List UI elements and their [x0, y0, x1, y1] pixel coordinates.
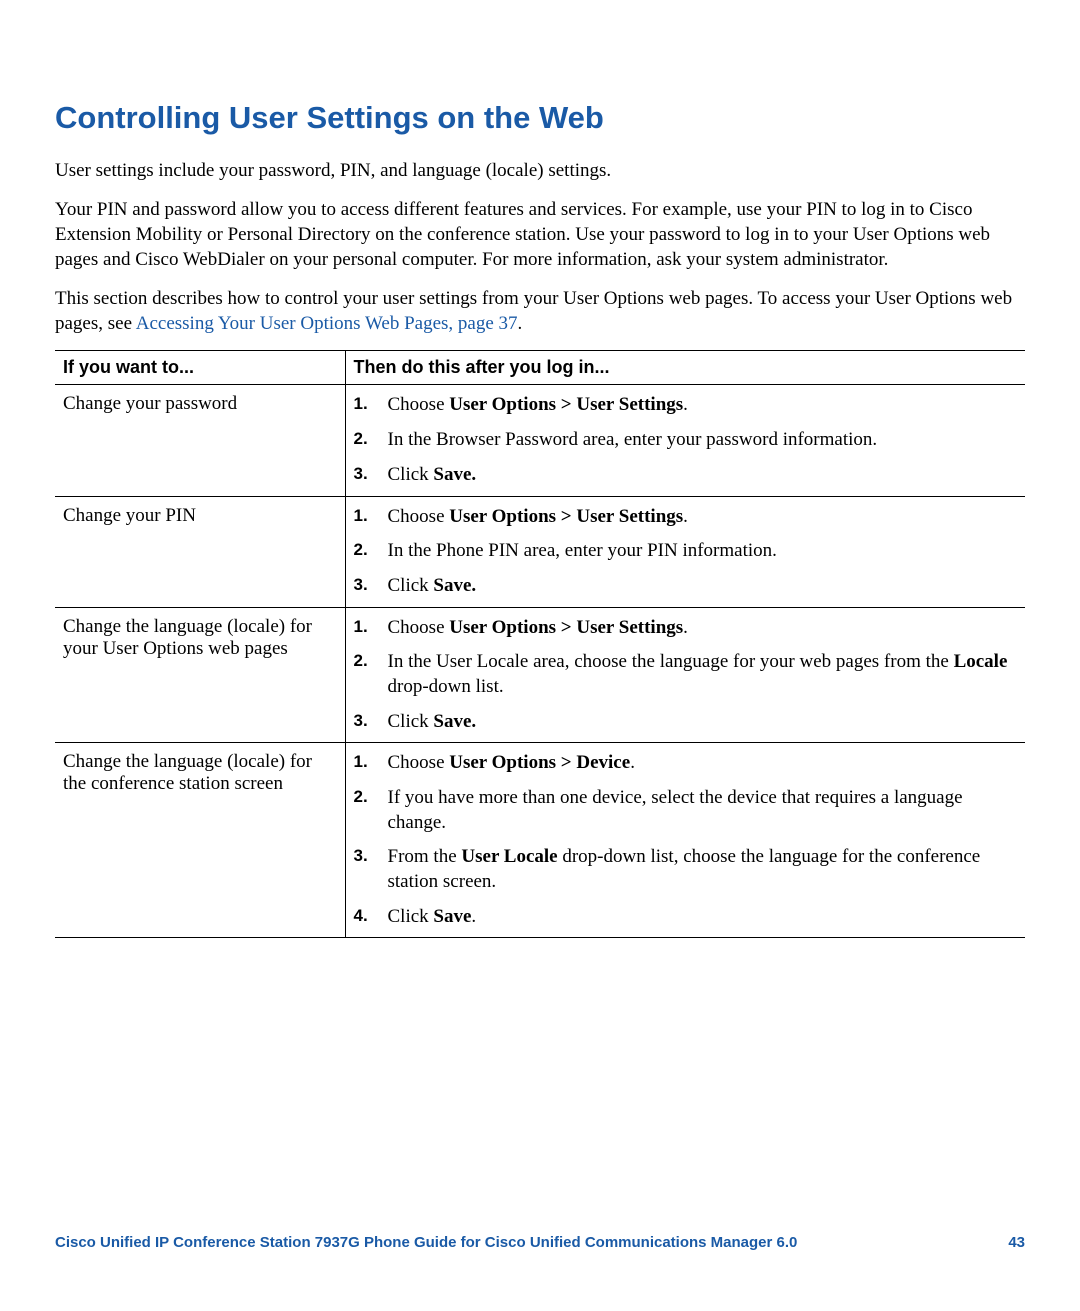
step-text: Click Save. [388, 710, 1018, 735]
step-text: Click Save. [388, 574, 1018, 599]
step-text: Click Save. [388, 463, 1018, 488]
step-text: Choose User Options > User Settings. [388, 616, 1018, 641]
step-text: Choose User Options > User Settings. [388, 505, 1018, 530]
steps-list: 1.Choose User Options > User Settings.2.… [354, 393, 1018, 487]
step-number: 3. [354, 463, 388, 485]
step-item: 2.If you have more than one device, sele… [354, 786, 1018, 835]
table-cell-want: Change your PIN [55, 496, 345, 607]
step-text: In the Browser Password area, enter your… [388, 428, 1018, 453]
intro-paragraph-1: User settings include your password, PIN… [55, 158, 1025, 183]
page-footer: Cisco Unified IP Conference Station 7937… [55, 1234, 1025, 1251]
table-cell-steps: 1.Choose User Options > User Settings.2.… [345, 385, 1025, 496]
step-number: 2. [354, 650, 388, 672]
step-item: 3.Click Save. [354, 710, 1018, 735]
table-row: Change the language (locale) for the con… [55, 743, 1025, 938]
intro-paragraph-2: Your PIN and password allow you to acces… [55, 197, 1025, 272]
table-row: Change your PIN 1.Choose User Options > U… [55, 496, 1025, 607]
steps-list: 1.Choose User Options > User Settings.2.… [354, 616, 1018, 735]
step-number: 1. [354, 505, 388, 527]
table-cell-steps: 1.Choose User Options > User Settings.2.… [345, 607, 1025, 743]
step-text: In the User Locale area, choose the lang… [388, 650, 1018, 699]
table-row: Change your password 1.Choose User Option… [55, 385, 1025, 496]
table-cell-steps: 1.Choose User Options > User Settings.2.… [345, 496, 1025, 607]
step-text: Choose User Options > User Settings. [388, 393, 1018, 418]
step-item: 2.In the Phone PIN area, enter your PIN … [354, 539, 1018, 564]
step-item: 1.Choose User Options > User Settings. [354, 616, 1018, 641]
step-item: 2.In the User Locale area, choose the la… [354, 650, 1018, 699]
page-title: Controlling User Settings on the Web [55, 100, 1025, 136]
table-cell-steps: 1.Choose User Options > Device.2.If you … [345, 743, 1025, 938]
step-number: 2. [354, 539, 388, 561]
step-number: 3. [354, 845, 388, 867]
step-text: Click Save. [388, 905, 1018, 930]
step-number: 3. [354, 574, 388, 596]
footer-page-number: 43 [1008, 1234, 1025, 1251]
table-cell-want: Change the language (locale) for the con… [55, 743, 345, 938]
step-number: 2. [354, 428, 388, 450]
step-item: 1.Choose User Options > User Settings. [354, 505, 1018, 530]
step-item: 4.Click Save. [354, 905, 1018, 930]
step-number: 2. [354, 786, 388, 808]
step-item: 1.Choose User Options > Device. [354, 751, 1018, 776]
step-number: 1. [354, 393, 388, 415]
step-item: 3.Click Save. [354, 574, 1018, 599]
step-item: 1.Choose User Options > User Settings. [354, 393, 1018, 418]
intro-paragraph-3-post: . [518, 313, 523, 334]
step-text: In the Phone PIN area, enter your PIN in… [388, 539, 1018, 564]
table-header-want: If you want to... [55, 351, 345, 385]
step-item: 3.Click Save. [354, 463, 1018, 488]
step-item: 3.From the User Locale drop-down list, c… [354, 845, 1018, 894]
step-text: Choose User Options > Device. [388, 751, 1018, 776]
intro-paragraph-3: This section describes how to control yo… [55, 286, 1025, 336]
step-number: 3. [354, 710, 388, 732]
table-cell-want: Change your password [55, 385, 345, 496]
link-accessing-user-options[interactable]: Accessing Your User Options Web Pages, p… [136, 313, 518, 334]
instructions-table: If you want to... Then do this after you… [55, 350, 1025, 938]
step-item: 2.In the Browser Password area, enter yo… [354, 428, 1018, 453]
table-header-then: Then do this after you log in... [345, 351, 1025, 385]
step-number: 4. [354, 905, 388, 927]
step-text: If you have more than one device, select… [388, 786, 1018, 835]
steps-list: 1.Choose User Options > User Settings.2.… [354, 505, 1018, 599]
table-cell-want: Change the language (locale) for your Us… [55, 607, 345, 743]
step-number: 1. [354, 616, 388, 638]
steps-list: 1.Choose User Options > Device.2.If you … [354, 751, 1018, 929]
footer-text: Cisco Unified IP Conference Station 7937… [55, 1234, 797, 1251]
table-row: Change the language (locale) for your Us… [55, 607, 1025, 743]
step-number: 1. [354, 751, 388, 773]
step-text: From the User Locale drop-down list, cho… [388, 845, 1018, 894]
